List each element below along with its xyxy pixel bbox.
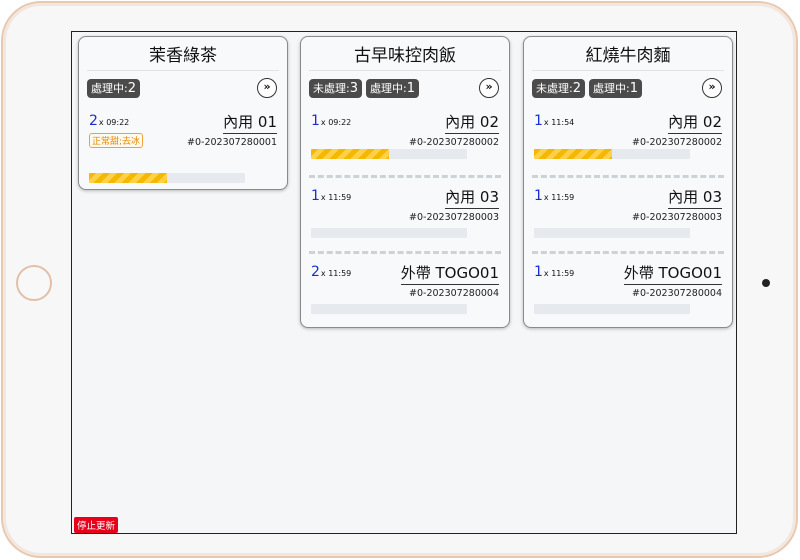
status-badge-processing[interactable]: 處理中:1	[589, 78, 642, 98]
status-badge-processing[interactable]: 處理中:1	[366, 78, 419, 98]
qty-value: 2	[311, 264, 320, 280]
progress-bar	[534, 228, 690, 238]
status-badges: 未處理:3 處理中:1 »	[309, 73, 501, 103]
table-name: 內用 02	[668, 111, 722, 134]
double-chevron-right-icon[interactable]: »	[702, 78, 722, 98]
badge-label: 未處理:	[313, 81, 350, 95]
order-qty: 1x 11:59	[534, 188, 574, 204]
qty-time: x 09:22	[98, 118, 130, 127]
double-chevron-right-icon[interactable]: »	[257, 78, 277, 98]
tablet-frame: 茉香綠茶 處理中:2 » 2x 09:22 內用 01 正常甜;去冰 #0-20…	[1, 1, 798, 558]
progress-bar	[534, 149, 690, 159]
order-item[interactable]: 1x 11:59 外帶 TOGO01 #0-202307280004	[532, 251, 724, 327]
badge-count: 2	[127, 80, 136, 96]
badge-count: 1	[406, 80, 415, 96]
order-time: 11:54	[551, 118, 575, 127]
qty-value: 1	[311, 113, 320, 129]
order-number: #0-202307280003	[409, 212, 499, 223]
status-badge-pending[interactable]: 未處理:3	[309, 78, 362, 98]
order-number: #0-202307280004	[632, 288, 722, 299]
order-qty: 1x 11:59	[534, 264, 574, 280]
qty-value: 1	[311, 188, 320, 204]
product-card-1: 茉香綠茶 處理中:2 » 2x 09:22 內用 01 正常甜;去冰 #0-20…	[78, 36, 288, 190]
status-badge-pending[interactable]: 未處理:2	[532, 78, 585, 98]
order-note: 正常甜;去冰	[89, 133, 144, 148]
order-time: 11:59	[551, 193, 575, 202]
order-item[interactable]: 1x 11:59 內用 03 #0-202307280003	[532, 175, 724, 251]
double-chevron-right-icon[interactable]: »	[479, 78, 499, 98]
card-title: 茉香綠茶	[87, 37, 279, 71]
order-time: 09:22	[328, 118, 352, 127]
progress-fill	[89, 173, 167, 183]
product-card-2: 古早味控肉飯 未處理:3 處理中:1 » 1x 09:22 內用 02 #0-2…	[300, 36, 510, 328]
camera-dot	[762, 279, 770, 287]
badge-count: 3	[349, 80, 358, 96]
qty-time: x 11:54	[543, 118, 575, 127]
progress-bar	[89, 173, 245, 183]
table-name: 內用 03	[668, 186, 722, 209]
status-badges: 處理中:2 »	[87, 73, 279, 103]
badge-label: 處理中:	[593, 81, 630, 95]
qty-value: 2	[89, 113, 98, 129]
badge-count: 2	[572, 80, 581, 96]
qty-value: 1	[534, 113, 543, 129]
table-name: 內用 01	[223, 111, 277, 134]
order-number: #0-202307280002	[632, 137, 722, 148]
order-item[interactable]: 2x 11:59 外帶 TOGO01 #0-202307280004	[309, 251, 501, 327]
card-title: 古早味控肉飯	[309, 37, 501, 71]
progress-bar	[311, 304, 467, 314]
order-qty: 1x 11:59	[311, 188, 351, 204]
order-item[interactable]: 1x 09:22 內用 02 #0-202307280002	[309, 103, 501, 175]
status-badges: 未處理:2 處理中:1 »	[532, 73, 724, 103]
badge-label: 處理中:	[91, 81, 128, 95]
stop-update-button[interactable]: 停止更新	[74, 517, 119, 533]
order-qty: 1x 11:54	[534, 113, 574, 129]
table-name: 內用 03	[445, 186, 499, 209]
qty-value: 1	[534, 264, 543, 280]
order-number: #0-202307280004	[409, 288, 499, 299]
order-time: 11:59	[551, 269, 575, 278]
badge-label: 處理中:	[370, 81, 407, 95]
order-item[interactable]: 1x 11:59 內用 03 #0-202307280003	[309, 175, 501, 251]
order-number: #0-202307280003	[632, 212, 722, 223]
progress-bar	[311, 149, 467, 159]
qty-time: x 11:59	[320, 193, 352, 202]
order-qty: 2x 11:59	[311, 264, 351, 280]
card-title: 紅燒牛肉麵	[532, 37, 724, 71]
table-name: 外帶 TOGO01	[623, 262, 722, 285]
order-time: 11:59	[328, 193, 352, 202]
badge-label: 未處理:	[536, 81, 573, 95]
kitchen-display-screen: 茉香綠茶 處理中:2 » 2x 09:22 內用 01 正常甜;去冰 #0-20…	[71, 31, 737, 534]
product-card-3: 紅燒牛肉麵 未處理:2 處理中:1 » 1x 11:54 內用 02 #0-20…	[523, 36, 733, 328]
qty-time: x 09:22	[320, 118, 352, 127]
order-number: #0-202307280001	[187, 137, 277, 148]
status-badge-processing[interactable]: 處理中:2	[87, 78, 140, 98]
progress-fill	[534, 149, 612, 159]
order-time: 11:59	[328, 269, 352, 278]
badge-count: 1	[629, 80, 638, 96]
table-name: 內用 02	[445, 111, 499, 134]
order-qty: 1x 09:22	[311, 113, 351, 129]
qty-time: x 11:59	[543, 193, 575, 202]
qty-time: x 11:59	[543, 269, 575, 278]
order-item[interactable]: 1x 11:54 內用 02 #0-202307280002	[532, 103, 724, 175]
order-qty: 2x 09:22	[89, 113, 129, 129]
order-number: #0-202307280002	[409, 137, 499, 148]
home-button[interactable]	[16, 265, 52, 301]
order-time: 09:22	[106, 118, 130, 127]
qty-time: x 11:59	[320, 269, 352, 278]
progress-fill	[311, 149, 389, 159]
table-name: 外帶 TOGO01	[400, 262, 499, 285]
qty-value: 1	[534, 188, 543, 204]
progress-bar	[311, 228, 467, 238]
progress-bar	[534, 304, 690, 314]
order-item[interactable]: 2x 09:22 內用 01 正常甜;去冰 #0-202307280001	[87, 103, 279, 189]
